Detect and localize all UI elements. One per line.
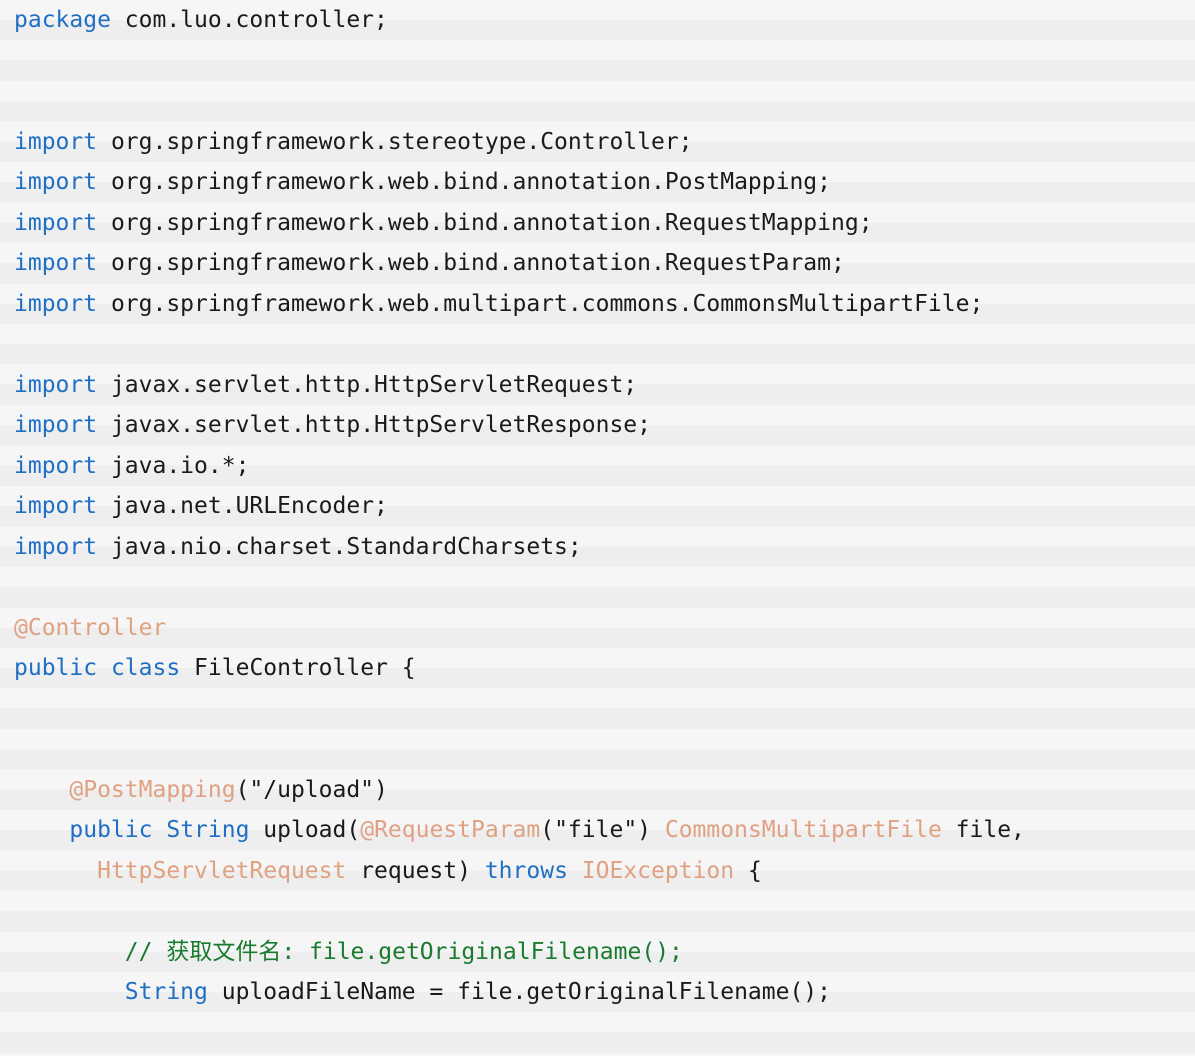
code-token-txt: javax.servlet.http.HttpServletResponse; — [97, 412, 651, 438]
code-token-kw: import — [14, 250, 98, 276]
code-line[interactable]: @PostMapping("/upload") — [0, 770, 1195, 811]
code-line[interactable]: import org.springframework.web.multipart… — [0, 284, 1195, 325]
code-line[interactable]: import javax.servlet.http.HttpServletReq… — [0, 365, 1195, 406]
code-token-txt: ("/upload") — [235, 776, 388, 803]
code-token-txt: java.net.URLEncoder; — [97, 493, 388, 519]
code-line[interactable] — [0, 891, 1195, 932]
code-line[interactable]: import org.springframework.web.bind.anno… — [0, 243, 1195, 284]
code-token-txt: java.io.*; — [97, 452, 250, 479]
code-token-kw: import — [14, 412, 98, 438]
code-line[interactable]: import java.net.URLEncoder; — [0, 486, 1195, 527]
code-line[interactable]: import org.springframework.stereotype.Co… — [0, 122, 1195, 163]
code-token-ann: @RequestParam — [360, 817, 541, 843]
code-token-kw: import — [14, 209, 98, 236]
code-token-txt: org.springframework.web.bind.annotation.… — [97, 250, 845, 276]
code-token-ann: IOException — [581, 857, 735, 884]
code-token-kw: import — [14, 290, 98, 317]
code-token-txt: com.luo.controller; — [110, 7, 388, 33]
code-line[interactable] — [0, 689, 1195, 730]
code-line[interactable]: HttpServletRequest request) throws IOExc… — [0, 851, 1195, 892]
code-token-kw: import — [14, 493, 98, 519]
code-line[interactable]: String uploadFileName = file.getOriginal… — [0, 972, 1195, 1013]
code-token-ann: @PostMapping — [69, 776, 236, 803]
code-token-txt: java.nio.charset.StandardCharsets; — [97, 533, 582, 560]
code-token-kw: public — [69, 817, 153, 843]
code-line[interactable] — [0, 324, 1195, 365]
code-token-txt: org.springframework.web.bind.annotation.… — [97, 209, 873, 236]
code-line[interactable]: import java.nio.charset.StandardCharsets… — [0, 527, 1195, 568]
code-line[interactable]: // 获取文件名: file.getOriginalFilename(); — [0, 932, 1195, 973]
code-token-kw: import — [14, 371, 98, 398]
code-line[interactable]: import org.springframework.web.bind.anno… — [0, 203, 1195, 244]
code-line[interactable] — [0, 729, 1195, 770]
code-line[interactable]: @Controller — [0, 608, 1195, 649]
code-token-kw: import — [14, 452, 98, 479]
code-token-kw: String — [124, 979, 208, 1005]
code-listing[interactable]: package com.luo.controller; import org.sp… — [0, 0, 1195, 1056]
code-line[interactable]: public String upload(@RequestParam("file… — [0, 810, 1195, 851]
code-line[interactable]: import java.io.*; — [0, 446, 1195, 487]
code-token-kw: class — [110, 655, 181, 681]
code-token-txt: ("file") — [540, 817, 665, 843]
code-line[interactable] — [0, 41, 1195, 82]
code-token-cmt: // 获取文件名: file.getOriginalFilename(); — [124, 938, 683, 965]
code-token-kw: import — [14, 128, 98, 155]
code-line[interactable]: public class FileController { — [0, 648, 1195, 689]
code-token-kw: import — [14, 169, 98, 195]
code-token-kw: String — [166, 817, 250, 843]
code-token-ann: HttpServletRequest — [97, 857, 347, 884]
code-token-txt: org.springframework.web.bind.annotation.… — [97, 169, 831, 195]
code-token-kw: import — [14, 533, 98, 560]
code-line[interactable] — [0, 81, 1195, 122]
code-token-txt: org.springframework.stereotype.Controlle… — [97, 128, 693, 155]
code-line[interactable]: import org.springframework.web.bind.anno… — [0, 162, 1195, 203]
code-token-txt: { — [734, 857, 762, 884]
code-token-txt: request) — [346, 857, 485, 884]
code-line[interactable] — [0, 567, 1195, 608]
code-line[interactable]: package com.luo.controller; — [0, 0, 1195, 41]
code-token-txt: FileController { — [180, 655, 416, 681]
code-line[interactable]: import javax.servlet.http.HttpServletRes… — [0, 405, 1195, 446]
code-token-kw: package — [14, 7, 111, 33]
code-token-txt: upload( — [249, 817, 361, 843]
code-token-txt: javax.servlet.http.HttpServletRequest; — [97, 371, 638, 398]
code-token-txt: uploadFileName = file.getOriginalFilenam… — [207, 979, 831, 1005]
code-token-kw: throws — [484, 857, 568, 884]
code-token-ann: CommonsMultipartFile — [664, 817, 942, 843]
code-token-kw: public — [14, 655, 98, 681]
code-token-txt: org.springframework.web.multipart.common… — [97, 290, 984, 317]
code-token-txt: file, — [941, 817, 1025, 843]
code-token-ann: @Controller — [14, 614, 167, 641]
